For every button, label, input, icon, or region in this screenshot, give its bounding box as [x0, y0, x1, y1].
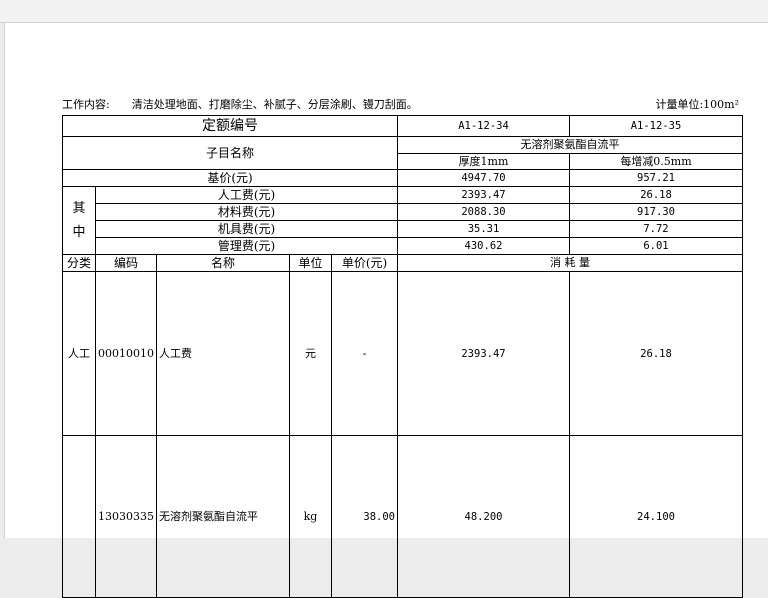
viewer-toolbar — [0, 0, 768, 23]
row-category — [62, 435, 96, 598]
quota-code-row: 定额编号 A1-12-34 A1-12-35 — [62, 115, 743, 137]
cost-label: 管理费(元) — [95, 237, 398, 255]
col-header-consumption: 消 耗 量 — [397, 254, 743, 272]
document-page: 工作内容: 清洁处理地面、打磨除尘、补腻子、分层涂刷、镘刀刮面。 计量单位:100… — [4, 23, 768, 598]
row-price: 38.00 — [331, 435, 398, 598]
measure-unit: 计量单位:100m² — [655, 98, 739, 111]
row-name: 人工费 — [156, 271, 290, 436]
cost-value: 7.72 — [569, 220, 743, 238]
base-price-value-1: 4947.70 — [397, 169, 570, 187]
row-price: - — [331, 271, 398, 436]
cost-value: 35.31 — [397, 220, 570, 238]
col-header-code: 编码 — [95, 254, 157, 272]
subitem-group-row: 子目名称 无溶剂聚氨酯自流平 — [62, 136, 743, 170]
base-price-row: 基价(元) 4947.70 957.21 — [62, 169, 743, 187]
cost-value: 917.30 — [569, 203, 743, 221]
table-row: 人工 00010010 人工费 元 - 2393.47 26.18 — [62, 271, 743, 436]
subitem-name-1: 厚度1mm — [397, 153, 570, 170]
quota-code-label: 定额编号 — [62, 115, 398, 137]
col-header-unit: 单位 — [289, 254, 332, 272]
row-value-1: 2393.47 — [397, 271, 570, 436]
work-content-text: 清洁处理地面、打磨除尘、补腻子、分层涂刷、镘刀刮面。 — [131, 98, 418, 111]
quota-table: 定额编号 A1-12-34 A1-12-35 子目名称 无溶剂聚氨酯自流平 厚度… — [62, 115, 743, 598]
among-label: 其中 — [62, 186, 96, 255]
work-content-line: 工作内容: 清洁处理地面、打磨除尘、补腻子、分层涂刷、镘刀刮面。 — [62, 98, 418, 112]
cost-row: 材料费(元) 2088.30 917.30 — [63, 203, 743, 221]
quota-code-2: A1-12-35 — [569, 115, 743, 137]
cost-label: 人工费(元) — [95, 186, 398, 204]
row-value-2: 26.18 — [569, 271, 743, 436]
col-header-price: 单价(元) — [331, 254, 398, 272]
row-code: 00010010 — [95, 271, 157, 436]
row-unit: 元 — [289, 271, 332, 436]
cost-row: 其中 人工费(元) 2393.47 26.18 — [62, 186, 743, 255]
row-value-1: 48.200 — [397, 435, 570, 598]
quota-code-1: A1-12-34 — [397, 115, 570, 137]
cost-value: 2088.30 — [397, 203, 570, 221]
cost-value: 430.62 — [397, 237, 570, 255]
column-header-row: 分类 编码 名称 单位 单价(元) 消 耗 量 — [62, 254, 743, 272]
base-price-value-2: 957.21 — [569, 169, 743, 187]
row-code: 13030335 — [95, 435, 157, 598]
cost-row: 管理费(元) 430.62 6.01 — [63, 237, 743, 255]
col-header-name: 名称 — [156, 254, 290, 272]
subitem-name-2: 每增减0.5mm — [569, 153, 743, 170]
row-category: 人工 — [62, 271, 96, 436]
row-unit: kg — [289, 435, 332, 598]
subitem-group-name: 无溶剂聚氨酯自流平 — [397, 136, 743, 154]
row-value-2: 24.100 — [569, 435, 743, 598]
table-row: 13030335 无溶剂聚氨酯自流平 kg 38.00 48.200 24.10… — [62, 435, 743, 598]
cost-value: 2393.47 — [397, 186, 570, 204]
cost-value: 26.18 — [569, 186, 743, 204]
col-header-category: 分类 — [62, 254, 96, 272]
cost-label: 材料费(元) — [95, 203, 398, 221]
work-content-label: 工作内容: — [62, 98, 110, 111]
cost-label: 机具费(元) — [95, 220, 398, 238]
row-name: 无溶剂聚氨酯自流平 — [156, 435, 290, 598]
subitem-name-label: 子目名称 — [62, 136, 398, 170]
cost-value: 6.01 — [569, 237, 743, 255]
base-price-label: 基价(元) — [62, 169, 398, 187]
cost-row: 机具费(元) 35.31 7.72 — [63, 220, 743, 238]
